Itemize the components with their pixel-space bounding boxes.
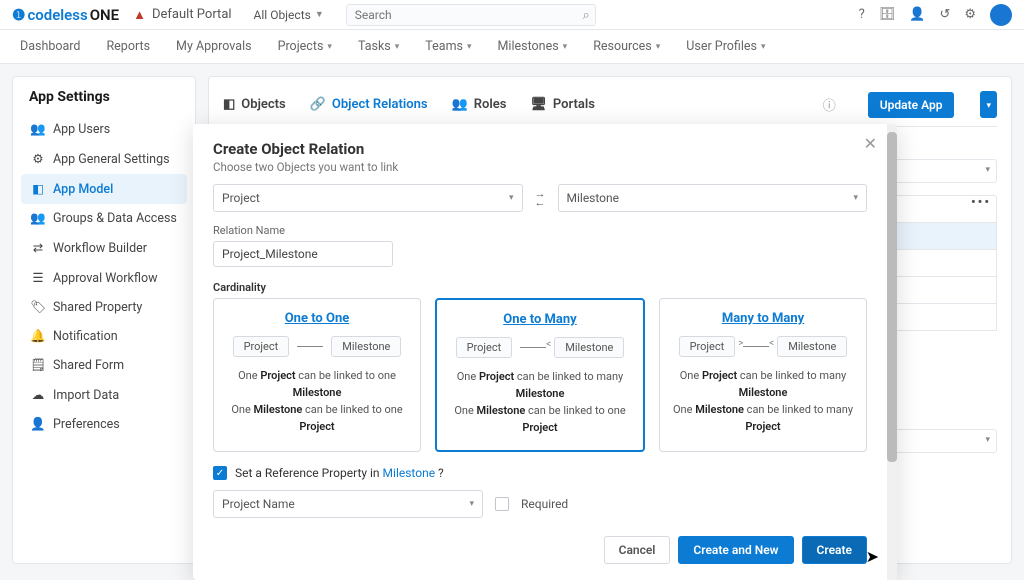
required-label: Required [521,497,568,511]
cursor-icon: ➤ [866,547,879,566]
relation-visual: ProjectMilestone [224,336,410,357]
modal-subtitle: Choose two Objects you want to link [213,160,867,174]
modal-overlay: ✕ Create Object Relation Choose two Obje… [0,0,1024,576]
card-title: One to One [224,311,410,326]
modal-title: Create Object Relation [213,140,867,158]
close-icon[interactable]: ✕ [864,134,877,153]
card-line1: One Project can be linked to one Milesto… [224,367,410,401]
reference-property-dropdown[interactable]: Project Name▾ [213,490,483,518]
required-checkbox[interactable] [495,497,509,511]
card-line2: One Milestone can be linked to one Proje… [224,401,410,435]
card-line2: One Milestone can be linked to many Proj… [670,401,856,435]
reference-checkbox[interactable]: ✓ [213,466,227,480]
object-b-dropdown[interactable]: Milestone▾ [558,184,868,212]
reference-link[interactable]: Milestone [383,466,436,480]
card-one-to-one[interactable]: One to One ProjectMilestone One Project … [213,298,421,452]
relation-visual: ProjectMilestone [447,337,633,358]
relation-name-input[interactable] [213,241,393,267]
create-button[interactable]: Create [802,536,867,564]
create-relation-modal: ✕ Create Object Relation Choose two Obje… [193,124,897,580]
card-line1: One Project can be linked to many Milest… [447,368,633,402]
reference-property-row: ✓ Set a Reference Property in Milestone … [213,466,867,480]
card-line2: One Milestone can be linked to one Proje… [447,402,633,436]
card-line1: One Project can be linked to many Milest… [670,367,856,401]
object-a-dropdown[interactable]: Project▾ [213,184,523,212]
card-many-to-many[interactable]: Many to Many ProjectMilestone One Projec… [659,298,867,452]
swap-icon[interactable]: →← [535,189,546,207]
card-one-to-many[interactable]: One to Many ProjectMilestone One Project… [435,298,645,452]
relation-name-label: Relation Name [213,224,867,237]
relation-visual: ProjectMilestone [670,336,856,357]
cardinality-label: Cardinality [213,281,867,294]
cancel-button[interactable]: Cancel [604,536,671,564]
reference-label: Set a Reference Property in Milestone ? [235,466,444,480]
create-and-new-button[interactable]: Create and New [678,536,793,564]
modal-scrollbar[interactable] [887,124,897,580]
card-title: Many to Many [670,311,856,326]
card-title: One to Many [447,312,633,327]
